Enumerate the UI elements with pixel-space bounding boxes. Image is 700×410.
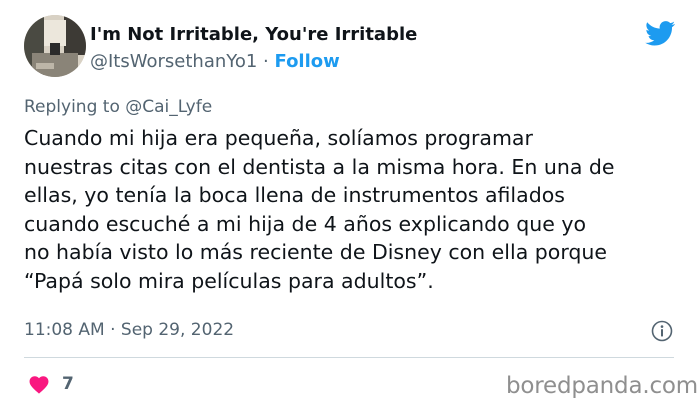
avatar[interactable] xyxy=(24,15,86,77)
avatar-image xyxy=(24,15,86,77)
author-handle-row: @ItsWorsethanYo1 · Follow xyxy=(90,51,340,72)
author-display-name[interactable]: I'm Not Irritable, You're Irritable xyxy=(90,24,417,45)
like-count: 7 xyxy=(62,374,74,394)
tweet-time: 11:08 AM xyxy=(24,320,105,340)
tweet-date: Sep 29, 2022 xyxy=(120,320,235,340)
reply-mention-link[interactable]: @Cai_Lyfe xyxy=(125,97,212,117)
replying-prefix: Replying to xyxy=(24,97,126,117)
heart-icon[interactable] xyxy=(28,374,50,394)
tweet-text: Cuando mi hija era pequeña, solíamos pro… xyxy=(24,126,615,293)
divider xyxy=(24,357,674,358)
handle-separator: · xyxy=(257,51,275,72)
author-handle[interactable]: @ItsWorsethanYo1 xyxy=(90,51,257,72)
replying-to: Replying to @Cai_Lyfe xyxy=(24,97,212,117)
tweet-timestamp[interactable]: 11:08 AM · Sep 29, 2022 xyxy=(24,320,234,340)
follow-button[interactable]: Follow xyxy=(275,51,340,72)
watermark-logo: boredpanda.com xyxy=(506,373,698,399)
twitter-bird-icon[interactable] xyxy=(644,18,677,48)
info-icon[interactable] xyxy=(651,320,673,342)
timestamp-separator: · xyxy=(104,320,121,340)
